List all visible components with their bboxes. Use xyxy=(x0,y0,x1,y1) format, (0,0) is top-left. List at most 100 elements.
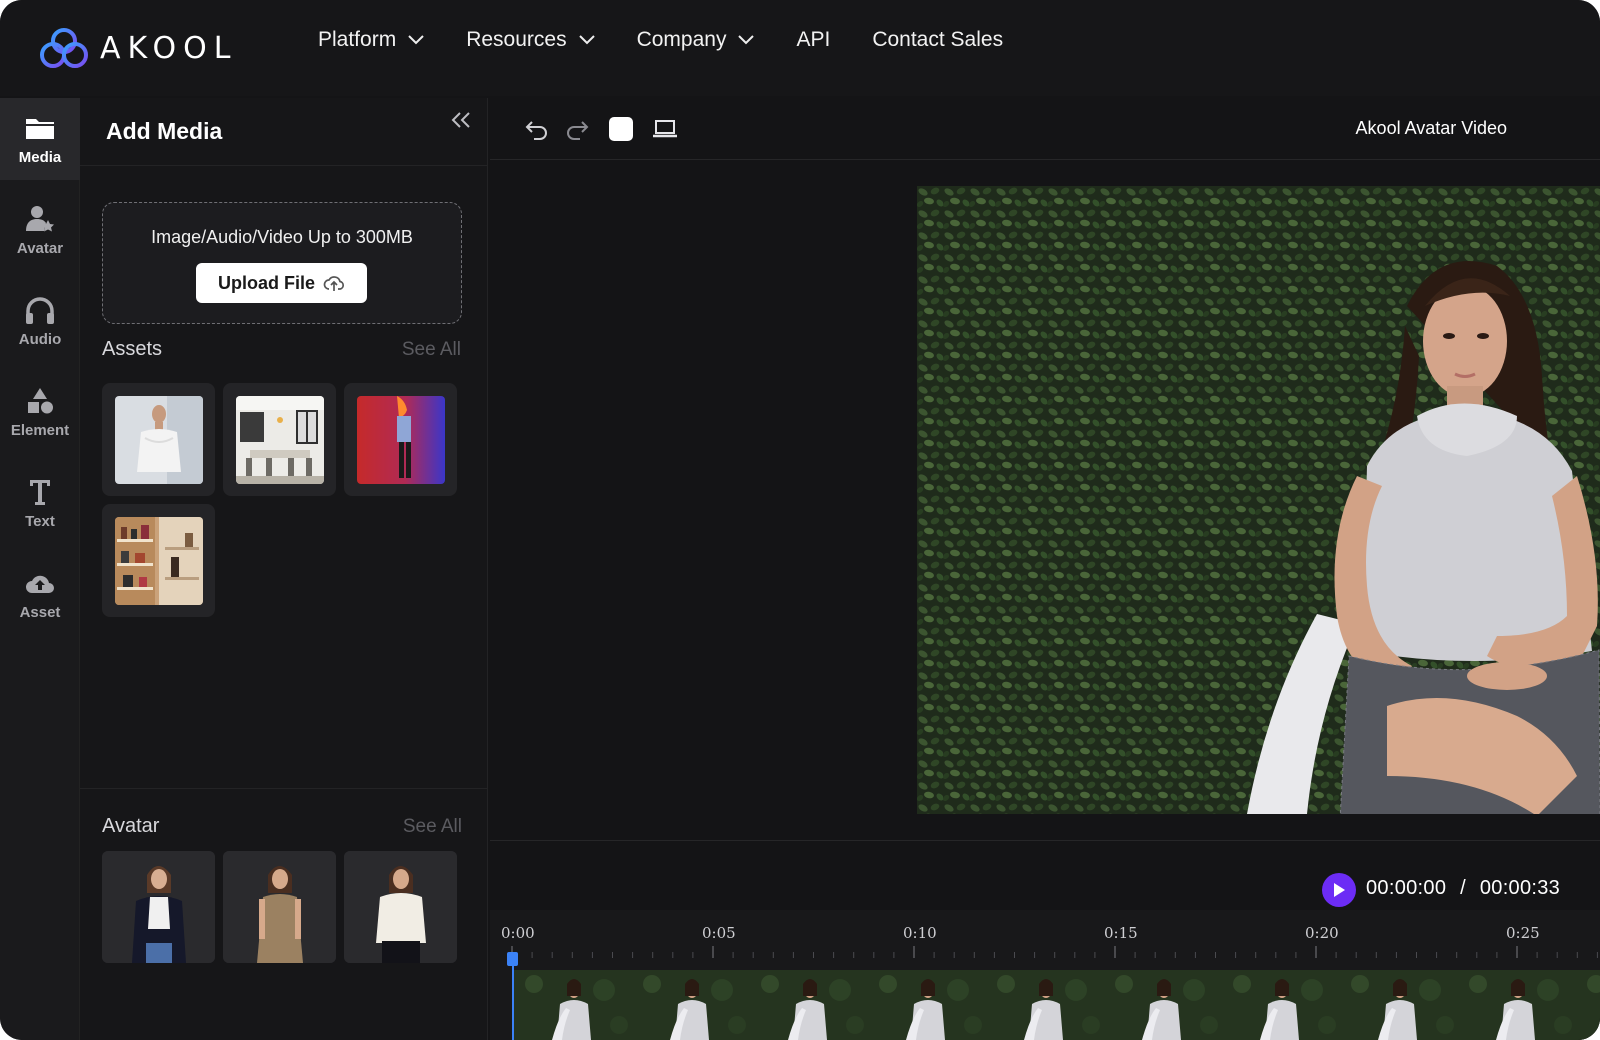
nav-contact-sales[interactable]: Contact Sales xyxy=(872,28,1003,52)
headphones-icon xyxy=(26,296,54,324)
assets-see-all-link[interactable]: See All xyxy=(402,339,461,361)
timeline-frame-thumbnail xyxy=(750,970,868,1040)
nav-contact-sales-label: Contact Sales xyxy=(872,28,1004,51)
chevron-down-icon xyxy=(408,35,424,45)
cloud-icon xyxy=(26,575,54,593)
avatar-thumbnail[interactable] xyxy=(102,851,215,963)
video-frame-image xyxy=(917,186,1600,814)
play-button[interactable] xyxy=(1322,873,1356,907)
rail-item-label: Text xyxy=(25,512,55,530)
playhead-line xyxy=(512,954,514,1040)
asset-thumbnail[interactable] xyxy=(102,383,215,496)
redo-button[interactable] xyxy=(562,114,592,144)
color-swatch-icon xyxy=(609,117,633,141)
brand-logo[interactable]: AKOOL xyxy=(36,18,238,78)
timeline-tick-label: 0:20 xyxy=(1305,924,1339,942)
timeline-tick-label: 0:25 xyxy=(1506,924,1540,942)
time-separator: / xyxy=(1460,877,1466,899)
add-media-panel: Add Media Image/Audio/Video Up to 300MB … xyxy=(80,98,488,1040)
undo-icon xyxy=(525,121,547,140)
panel-title: Add Media xyxy=(106,118,223,144)
rail-item-asset[interactable]: Asset xyxy=(0,553,80,635)
playhead-handle[interactable] xyxy=(507,952,518,966)
folder-icon xyxy=(26,118,54,139)
avatar-icon xyxy=(26,205,54,231)
current-time: 00:00:00 xyxy=(1366,877,1447,899)
timeline[interactable]: 0:00 0:05 0:10 0:15 0:20 0:25 xyxy=(490,910,1600,1040)
app-window: AKOOL Platform Resources Company API Con… xyxy=(0,0,1600,1040)
timeline-tick-label: 0:15 xyxy=(1104,924,1138,942)
cloud-upload-icon xyxy=(323,276,344,291)
editor-toolbar: Akool Avatar Video xyxy=(490,98,1600,160)
rail-item-label: Asset xyxy=(19,603,61,621)
nav-platform-label: Platform xyxy=(318,28,397,51)
brand-name: AKOOL xyxy=(100,30,238,66)
project-title: Akool Avatar Video xyxy=(1355,118,1507,138)
akool-logo-icon xyxy=(40,28,88,68)
avatar-thumbnail[interactable] xyxy=(223,851,336,963)
timeline-frame-thumbnail xyxy=(1222,970,1340,1040)
upload-file-label: Upload File xyxy=(217,272,315,293)
video-editor: Akool Avatar Video 00:00:00 / 00:00:33 0… xyxy=(490,98,1600,1040)
tool-rail: Media Avatar Audio Element Text Asset xyxy=(0,98,80,1040)
timeline-frame-thumbnail xyxy=(868,970,986,1040)
canvas-area xyxy=(490,161,1600,841)
nav-resources-label: Resources xyxy=(466,28,567,51)
timeline-frame-thumbnail xyxy=(514,970,632,1040)
avatar-image xyxy=(223,851,336,963)
top-navigation: AKOOL Platform Resources Company API Con… xyxy=(0,0,1600,96)
avatar-section: Avatar See All xyxy=(80,788,488,998)
avatar-thumbnail[interactable] xyxy=(344,851,457,963)
panel-header: Add Media xyxy=(80,98,487,166)
timeline-frame-thumbnail xyxy=(1340,970,1458,1040)
redo-icon xyxy=(567,121,589,140)
total-duration: 00:00:33 xyxy=(1479,877,1561,899)
time-display: 00:00:00 / 00:00:33 xyxy=(1366,877,1560,900)
timeline-tick-label: 0:10 xyxy=(903,924,937,942)
avatar-image xyxy=(102,851,215,963)
timeline-tick-label: 0:00 xyxy=(501,924,535,942)
text-icon xyxy=(30,479,50,505)
timeline-frame-thumbnail xyxy=(1458,970,1576,1040)
background-color-button[interactable] xyxy=(606,114,636,144)
collapse-panel-icon[interactable] xyxy=(449,110,473,130)
play-icon xyxy=(1334,883,1345,897)
nav-resources[interactable]: Resources xyxy=(466,28,595,52)
asset-thumbnail[interactable] xyxy=(344,383,457,496)
upload-file-button[interactable]: Upload File xyxy=(196,263,367,303)
rail-item-label: Element xyxy=(10,421,70,439)
asset-image xyxy=(114,395,203,484)
asset-image xyxy=(114,516,203,605)
rail-item-label: Audio xyxy=(18,330,62,348)
undo-button[interactable] xyxy=(522,114,552,144)
chevron-down-icon xyxy=(578,35,595,45)
playback-bar: 00:00:00 / 00:00:33 xyxy=(490,840,1600,910)
asset-thumbnail[interactable] xyxy=(223,383,336,496)
rail-item-text[interactable]: Text xyxy=(0,462,80,544)
nav-api-label: API xyxy=(796,28,831,51)
rail-item-label: Avatar xyxy=(16,239,64,257)
rail-item-media[interactable]: Media xyxy=(0,98,80,180)
monitor-icon xyxy=(653,120,677,138)
nav-company[interactable]: Company xyxy=(637,28,755,52)
rail-item-avatar[interactable]: Avatar xyxy=(0,189,80,271)
video-preview[interactable] xyxy=(917,186,1600,814)
nav-platform[interactable]: Platform xyxy=(318,28,424,52)
aspect-ratio-button[interactable] xyxy=(650,114,680,144)
avatar-see-all-link[interactable]: See All xyxy=(403,816,462,838)
shapes-icon xyxy=(28,387,53,413)
timeline-ruler xyxy=(511,946,1598,958)
asset-thumbnail[interactable] xyxy=(102,504,215,617)
timeline-tick-label: 0:05 xyxy=(702,924,736,942)
rail-item-element[interactable]: Element xyxy=(0,371,80,453)
nav-company-label: Company xyxy=(636,28,727,51)
main-menu: Platform Resources Company API Contact S… xyxy=(318,22,1045,58)
chevron-down-icon xyxy=(738,35,755,45)
assets-label: Assets xyxy=(102,338,163,360)
asset-image xyxy=(356,395,445,484)
rail-item-audio[interactable]: Audio xyxy=(0,280,80,362)
upload-dropzone[interactable]: Image/Audio/Video Up to 300MB Upload Fil… xyxy=(102,202,462,324)
nav-api[interactable]: API xyxy=(796,28,830,52)
asset-image xyxy=(235,395,324,484)
video-track[interactable] xyxy=(514,970,1600,1040)
